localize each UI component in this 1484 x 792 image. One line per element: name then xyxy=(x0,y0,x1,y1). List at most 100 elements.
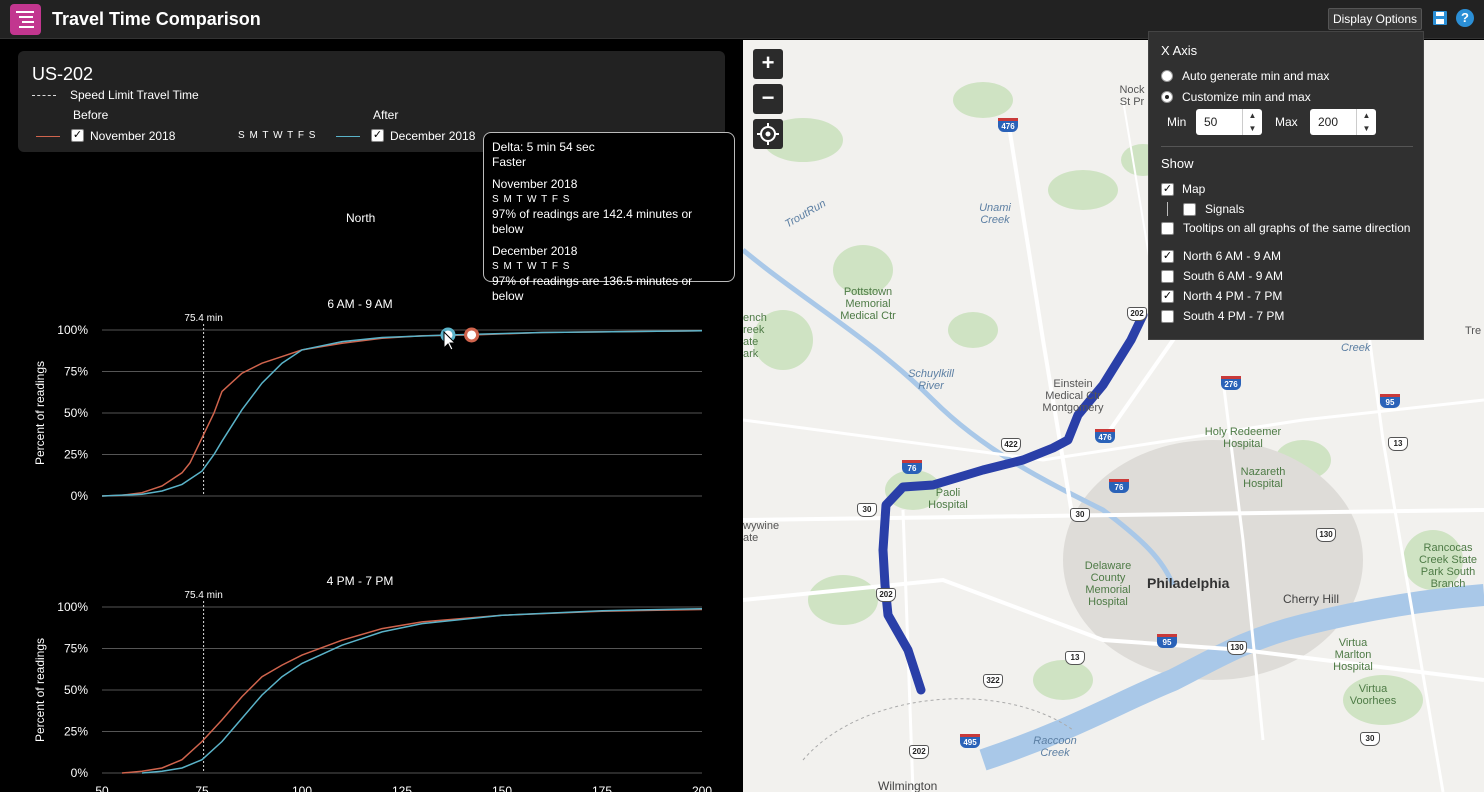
tooltip-verdict: Faster xyxy=(492,155,527,169)
speed-limit-label: 75.4 min xyxy=(184,590,222,601)
locate-button[interactable] xyxy=(753,119,783,149)
us-route-shield: 202 xyxy=(909,745,929,759)
interstate-shield: 95 xyxy=(1380,394,1400,408)
display-options-button[interactable]: Display Options xyxy=(1328,8,1422,30)
north-pm-checkbox[interactable]: ✓ xyxy=(1161,290,1174,303)
us-route-shield: 202 xyxy=(876,588,896,602)
south-am-checkbox[interactable] xyxy=(1161,270,1174,283)
south-pm-checkbox[interactable] xyxy=(1161,310,1174,323)
before-legend-line xyxy=(36,136,60,137)
y-tick-label: 75% xyxy=(64,642,88,656)
map-label-raccoon-creek: Raccoon Creek xyxy=(1033,735,1077,759)
min-spinner[interactable]: 50 ▲ ▼ xyxy=(1196,109,1262,135)
min-value: 50 xyxy=(1204,115,1218,129)
map-label-rancocas: Rancocas Creek State Park South Branch xyxy=(1418,542,1478,590)
map-label-unami-creek: Unami Creek xyxy=(979,202,1011,226)
signals-checkbox[interactable] xyxy=(1183,203,1196,216)
page-title: Travel Time Comparison xyxy=(52,9,261,29)
north-am-label: North 6 AM - 9 AM xyxy=(1183,249,1282,263)
signals-indent-line xyxy=(1167,202,1168,216)
map-label-wywine: wywine ate xyxy=(743,520,780,544)
series-before-line xyxy=(121,608,703,774)
y-tick-label: 50% xyxy=(64,683,88,697)
us-route-shield: 30 xyxy=(1070,508,1090,522)
save-icon[interactable] xyxy=(1432,10,1448,26)
help-icon[interactable]: ? xyxy=(1456,9,1474,27)
crosshair-icon xyxy=(757,123,779,145)
y-tick-label: 50% xyxy=(64,406,88,420)
after-checkbox[interactable]: ✓ xyxy=(371,129,384,142)
tooltip-delta: Delta: 5 min 54 sec xyxy=(492,140,595,154)
min-label: Min xyxy=(1167,115,1187,129)
min-down-icon[interactable]: ▼ xyxy=(1243,122,1262,135)
us-route-shield: 130 xyxy=(1316,528,1336,542)
tooltips-checkbox-label: Tooltips on all graphs of the same direc… xyxy=(1183,221,1411,235)
route-name: US-202 xyxy=(32,64,94,84)
us-route-shield: 422 xyxy=(1001,438,1021,452)
map-label-virtua-voorhees: Virtua Voorhees xyxy=(1349,683,1397,707)
chart-pm: 4 PM - 7 PM 0% 25% 50% 75% 100% 50 75 100 125 150 1… xyxy=(33,574,712,792)
before-period-label: November 2018 xyxy=(90,129,176,143)
interstate-shield: 276 xyxy=(1221,376,1241,390)
south-am-label: South 6 AM - 9 AM xyxy=(1183,269,1284,283)
max-down-icon[interactable]: ▼ xyxy=(1357,122,1376,135)
tooltip-after-days: S M T W T F S xyxy=(492,261,571,272)
before-checkbox[interactable]: ✓ xyxy=(71,129,84,142)
min-up-icon[interactable]: ▲ xyxy=(1243,109,1262,122)
tooltip-before-period: November 2018 xyxy=(492,177,578,191)
speed-limit-legend-line xyxy=(32,95,56,96)
map-label-philadelphia: Philadelphia xyxy=(1147,575,1230,591)
before-title: Before xyxy=(73,108,109,122)
chart-tooltip: Delta: 5 min 54 sec Faster November 2018… xyxy=(483,132,735,303)
y-tick-label: 75% xyxy=(64,365,88,379)
tooltips-checkbox[interactable] xyxy=(1161,222,1174,235)
auto-minmax-radio[interactable] xyxy=(1161,70,1173,82)
before-hover-marker xyxy=(464,327,480,343)
us-route-shield: 13 xyxy=(1065,651,1085,665)
y-tick-label: 0% xyxy=(71,489,89,500)
x-tick-label: 100 xyxy=(292,784,312,792)
custom-minmax-radio[interactable] xyxy=(1161,91,1173,103)
auto-minmax-label: Auto generate min and max xyxy=(1182,69,1330,83)
interstate-shield: 95 xyxy=(1157,634,1177,648)
map-label-creek-east: Creek xyxy=(1341,342,1371,354)
x-tick-label: 125 xyxy=(392,784,412,792)
max-value: 200 xyxy=(1318,115,1339,129)
y-tick-label: 100% xyxy=(57,600,88,614)
app-logo-icon xyxy=(10,4,41,35)
map-label-nazareth: Nazareth Hospital xyxy=(1240,466,1286,490)
after-title: After xyxy=(373,108,399,122)
series-after-line xyxy=(141,607,703,774)
before-days-filter[interactable]: S M T W T F S xyxy=(238,130,316,141)
north-am-checkbox[interactable]: ✓ xyxy=(1161,250,1174,263)
tooltip-after-period: December 2018 xyxy=(492,244,578,258)
map-label-einstein: Einstein Medical Ctr Montgomery xyxy=(1042,378,1104,414)
zoom-out-button[interactable]: − xyxy=(753,84,783,114)
chart-title: 4 PM - 7 PM xyxy=(327,574,394,588)
us-route-shield: 322 xyxy=(983,674,1003,688)
signals-checkbox-label: Signals xyxy=(1205,202,1245,216)
map-checkbox-label: Map xyxy=(1182,182,1206,196)
x-tick-label: 175 xyxy=(592,784,612,792)
speed-limit-label: 75.4 min xyxy=(184,313,222,324)
tooltip-before-days: S M T W T F S xyxy=(492,194,571,205)
y-axis-label: Percent of readings xyxy=(33,638,47,742)
us-route-shield: 130 xyxy=(1227,641,1247,655)
y-tick-label: 0% xyxy=(71,766,89,780)
x-axis-title: X Axis xyxy=(1161,43,1198,58)
interstate-shield: 76 xyxy=(902,460,922,474)
interstate-shield: 476 xyxy=(998,118,1018,132)
display-options-panel: X Axis Auto generate min and max Customi… xyxy=(1148,31,1424,340)
zoom-in-button[interactable]: + xyxy=(753,49,783,79)
x-tick-label: 75 xyxy=(195,784,209,792)
max-spinner[interactable]: 200 ▲ ▼ xyxy=(1310,109,1376,135)
map-label-schuylkill: Schuylkill River xyxy=(908,368,954,392)
x-tick-label: 150 xyxy=(492,784,512,792)
show-title: Show xyxy=(1161,156,1194,171)
max-up-icon[interactable]: ▲ xyxy=(1357,109,1376,122)
map-label-wilmington: Wilmington xyxy=(878,779,938,792)
map-checkbox[interactable]: ✓ xyxy=(1161,183,1174,196)
custom-minmax-label: Customize min and max xyxy=(1182,90,1311,104)
app-root: Travel Time Comparison Display Options ?… xyxy=(0,0,1484,792)
tooltip-before-text: 97% of readings are 142.4 minutes or bel… xyxy=(492,207,693,236)
